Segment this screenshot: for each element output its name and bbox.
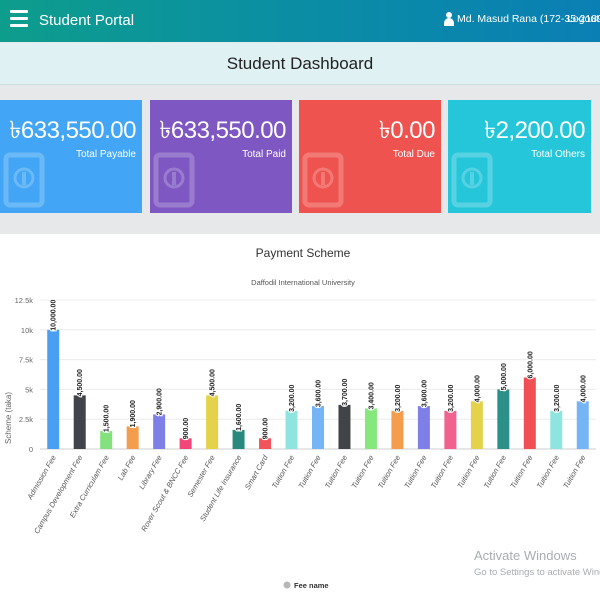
total-paid-label: Total Paid <box>242 149 286 160</box>
y-tick-label: 5k <box>25 385 33 394</box>
bar[interactable] <box>153 414 166 449</box>
x-tick-label: Tuition Fee <box>323 454 349 491</box>
x-tick-label: Semester Fee <box>185 454 216 499</box>
chart-legend[interactable]: Fee name <box>283 581 329 590</box>
dashboard-header: Student Dashboard <box>0 43 600 85</box>
bar[interactable] <box>47 329 60 449</box>
data-label: 3,400.00 <box>368 382 375 409</box>
university-logo-icon <box>451 152 493 208</box>
data-label: 3,200.00 <box>395 385 402 412</box>
data-label: 4,500.00 <box>77 369 84 396</box>
bar[interactable] <box>206 395 219 449</box>
x-tick-label: Tuition Fee <box>455 454 481 491</box>
data-label: 900.00 <box>263 418 270 440</box>
total-due-label: Total Due <box>392 149 435 160</box>
bar[interactable] <box>417 406 430 449</box>
bar[interactable] <box>232 429 245 449</box>
data-label: 3,700.00 <box>342 379 349 406</box>
data-label: 3,200.00 <box>554 385 561 412</box>
bar[interactable] <box>364 408 377 449</box>
activate-windows-watermark: Activate Windows Go to Settings to activ… <box>474 548 600 578</box>
bar[interactable] <box>338 404 351 449</box>
bar[interactable] <box>73 395 86 449</box>
data-label: 3,200.00 <box>289 385 296 412</box>
total-due-card: ৳0.00 Total Due <box>299 100 441 213</box>
bar[interactable] <box>497 389 510 449</box>
activate-windows-title: Activate Windows <box>474 548 577 563</box>
page-title: Student Dashboard <box>226 53 374 73</box>
data-label: 5,000.00 <box>501 363 508 390</box>
legend-marker <box>283 581 291 589</box>
bar[interactable] <box>285 410 298 449</box>
data-label: 900.00 <box>183 418 190 440</box>
x-tick-label: Tuition Fee <box>561 454 587 491</box>
total-paid-amount: ৳633,550.00 <box>159 117 286 144</box>
user-icon <box>444 12 454 26</box>
bar[interactable] <box>550 410 563 449</box>
y-tick-label: 0 <box>29 445 33 454</box>
total-others-amount: ৳2,200.00 <box>484 117 585 144</box>
bar[interactable] <box>391 410 404 449</box>
x-tick-label: Tuition Fee <box>349 454 375 491</box>
x-tick-label: Tuition Fee <box>296 454 322 491</box>
university-logo-icon <box>3 152 45 208</box>
x-tick-label: Tuition Fee <box>270 454 296 491</box>
chart-subtitle: Daffodil International University <box>251 278 355 287</box>
data-label: 4,500.00 <box>210 369 217 396</box>
y-axis-label: Scheme (taka) <box>4 392 13 444</box>
activate-windows-subtitle: Go to Settings to activate Windows. <box>474 567 600 578</box>
x-tick-label: Tuition Fee <box>429 454 455 491</box>
hamburger-menu-icon[interactable] <box>10 10 28 30</box>
total-paid-card: ৳633,550.00 Total Paid <box>150 100 292 213</box>
bar[interactable] <box>523 377 536 449</box>
y-tick-label: 7.5k <box>19 356 33 365</box>
top-navbar: Student Portal Md. Masud Rana (172-35-21… <box>0 0 600 42</box>
payment-scheme-chart: Payment Scheme Daffodil International Un… <box>4 246 596 590</box>
bar[interactable] <box>576 401 589 449</box>
total-due-amount: ৳0.00 <box>378 117 436 144</box>
chart-title: Payment Scheme <box>256 246 351 260</box>
data-label: 1,600.00 <box>236 404 243 431</box>
y-tick-label: 12.5k <box>15 296 34 305</box>
data-label: 3,600.00 <box>316 380 323 407</box>
x-tick-label: Smart Card <box>243 453 270 491</box>
x-tick-label: Tuition Fee <box>376 454 402 491</box>
bar[interactable] <box>444 410 457 449</box>
brand-title[interactable]: Student Portal <box>39 12 134 29</box>
x-tick-label: Lab Fee <box>116 454 138 482</box>
data-label: 10,000.00 <box>51 300 58 331</box>
total-payable-amount: ৳633,550.00 <box>9 117 136 144</box>
data-label: 3,200.00 <box>448 385 455 412</box>
legend-label: Fee name <box>294 581 329 590</box>
x-tick-label: Rover Scout & BNCC Fee <box>139 454 190 534</box>
data-label: 4,000.00 <box>474 375 481 402</box>
y-tick-label: 10k <box>21 326 33 335</box>
payment-scheme-panel: Payment Scheme Daffodil International Un… <box>0 234 600 600</box>
bar[interactable] <box>126 426 139 449</box>
total-others-card: ৳2,200.00 Total Others <box>448 100 591 213</box>
x-tick-label: Library Fee <box>137 454 164 491</box>
university-logo-icon <box>302 152 344 208</box>
data-label: 1,900.00 <box>130 400 137 427</box>
bar[interactable] <box>100 431 113 449</box>
bar[interactable] <box>470 401 483 449</box>
data-label: 1,500.00 <box>104 405 111 432</box>
university-logo-icon <box>153 152 195 208</box>
data-label: 2,900.00 <box>157 388 164 415</box>
data-label: 3,600.00 <box>421 380 428 407</box>
x-tick-label: Tuition Fee <box>482 454 508 491</box>
x-tick-label: Tuition Fee <box>535 454 561 491</box>
x-tick-label: Tuition Fee <box>508 454 534 491</box>
bar[interactable] <box>312 406 324 449</box>
total-payable-label: Total Payable <box>75 149 136 160</box>
total-others-label: Total Others <box>531 149 585 160</box>
total-payable-card: ৳633,550.00 Total Payable <box>0 100 142 213</box>
x-tick-label: Tuition Fee <box>402 454 428 491</box>
x-tick-label: Campus Development Fee <box>32 454 84 536</box>
data-label: 4,000.00 <box>580 375 587 402</box>
data-label: 6,000.00 <box>527 351 534 378</box>
logout-link[interactable]: Logout <box>567 13 599 25</box>
y-tick-label: 2.5k <box>19 415 33 424</box>
